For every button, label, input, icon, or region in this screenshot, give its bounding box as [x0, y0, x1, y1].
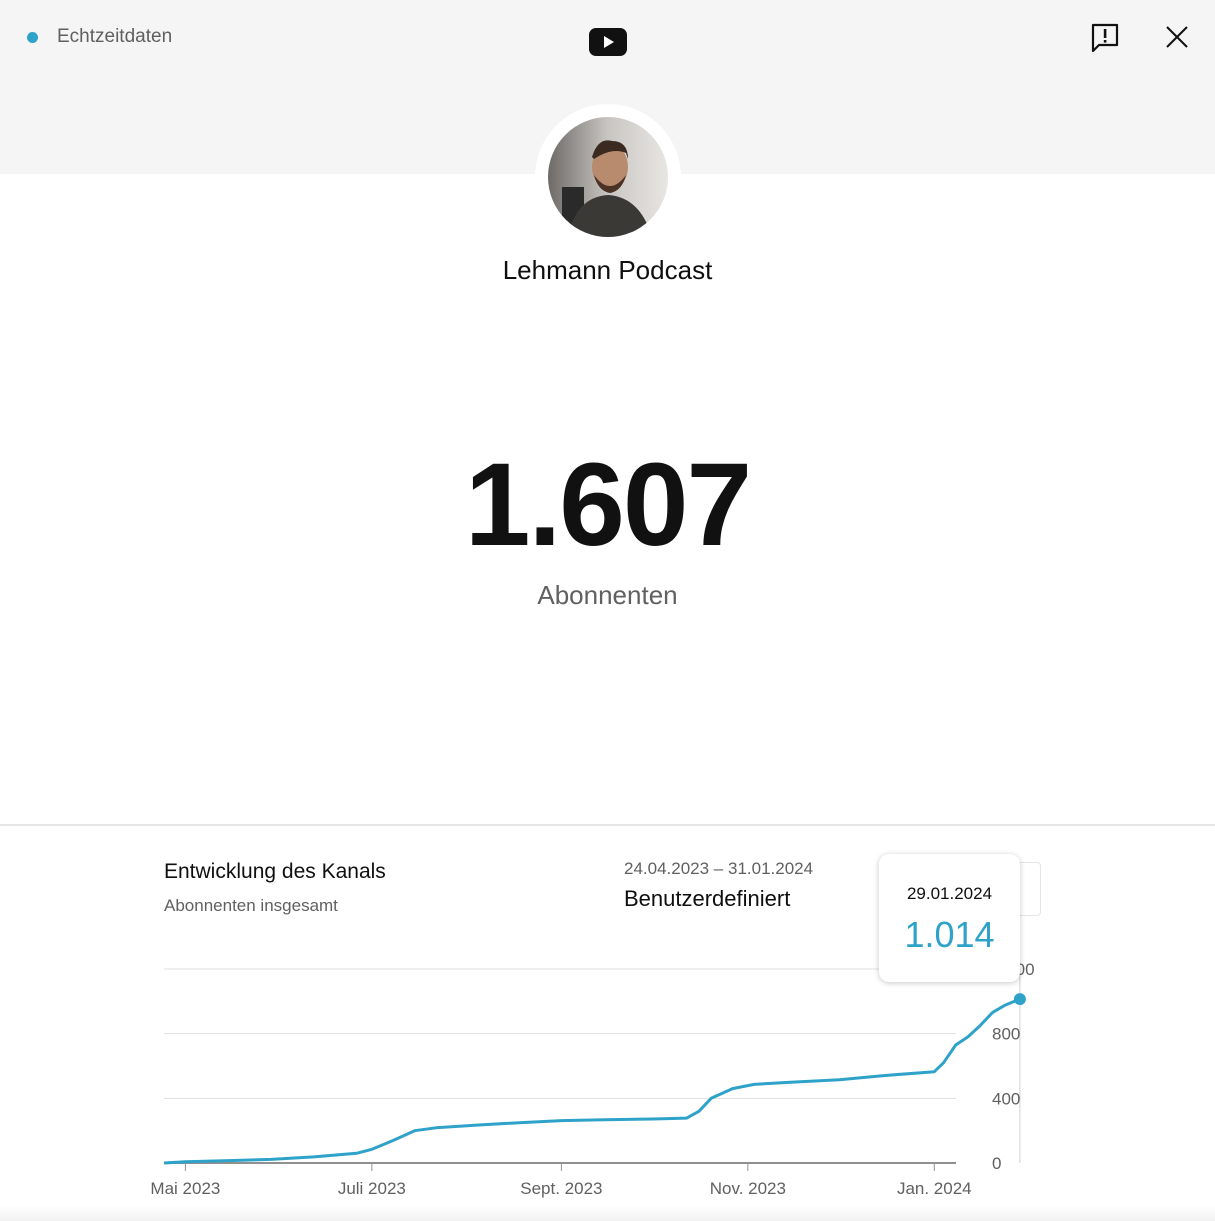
subscriber-line [163, 997, 1021, 1165]
tooltip-value: 1.014 [904, 914, 995, 955]
chart-line-layer [163, 993, 1026, 1165]
x-tick-label: Mai 2023 [150, 1179, 220, 1198]
x-tick-label: Jan. 2024 [897, 1179, 972, 1198]
tooltip-date: 29.01.2024 [906, 884, 993, 903]
subscriber-chart[interactable]: 04008001.200Mai 2023Juli 2023Sept. 2023N… [0, 0, 1215, 1221]
x-tick-label: Nov. 2023 [710, 1179, 786, 1198]
y-tick-label: 400 [992, 1089, 1020, 1108]
y-tick-label: 800 [992, 1025, 1020, 1044]
chart-grid [164, 968, 1021, 1164]
chart-tooltip: 29.01.2024 1.014 [879, 854, 1020, 982]
highlight-point [1013, 993, 1026, 1006]
bottom-fade [0, 1205, 1215, 1221]
x-tick-label: Juli 2023 [338, 1179, 406, 1198]
y-tick-label: 0 [992, 1154, 1001, 1173]
x-tick-label: Sept. 2023 [520, 1179, 602, 1198]
